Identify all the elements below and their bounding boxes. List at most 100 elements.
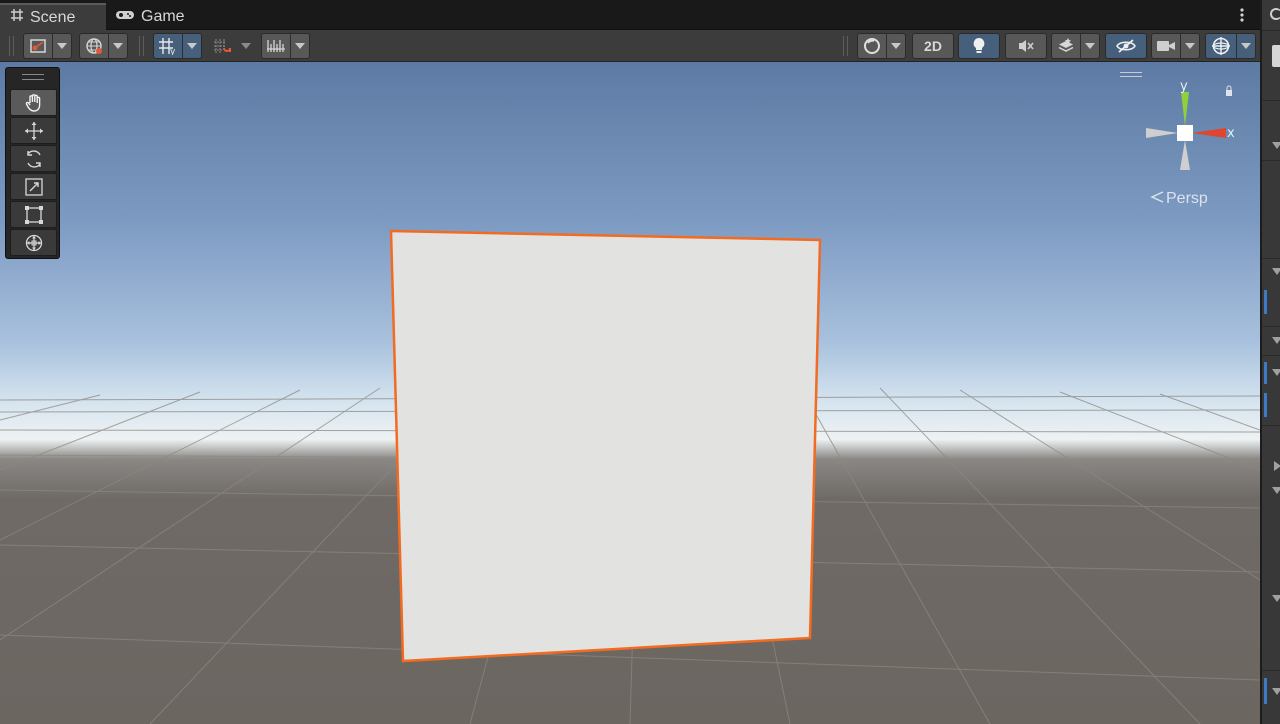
toolbar-grip[interactable] bbox=[139, 36, 144, 56]
chevron-down-icon bbox=[113, 43, 123, 49]
tab-bar: Scene Game bbox=[0, 0, 1260, 30]
gizmo-neg-y-axis[interactable] bbox=[1180, 140, 1190, 170]
hand-icon bbox=[25, 93, 40, 112]
scene-render bbox=[0, 229, 1260, 724]
rect-icon bbox=[24, 205, 43, 224]
mute-icon bbox=[1019, 40, 1034, 52]
grid-hash-icon bbox=[10, 8, 24, 27]
2d-toggle[interactable]: 2D bbox=[912, 33, 954, 59]
overlay-drag-handle[interactable] bbox=[22, 74, 44, 80]
scale-icon bbox=[24, 177, 43, 196]
shading-mode-dropdown[interactable] bbox=[886, 33, 906, 59]
chevron-down-icon bbox=[241, 43, 251, 49]
foldout-arrow-icon[interactable] bbox=[1272, 487, 1280, 494]
increment-snap-toggle[interactable] bbox=[208, 33, 236, 59]
transform-icon bbox=[25, 234, 42, 251]
tab-game-label: Game bbox=[141, 7, 185, 25]
view-tool-button[interactable] bbox=[10, 89, 57, 116]
grid-snap-icon: y bbox=[159, 38, 176, 55]
transform-tool-button[interactable] bbox=[10, 229, 57, 256]
selection-indicator bbox=[1264, 393, 1267, 417]
rect-tool-button[interactable] bbox=[10, 201, 57, 228]
gizmo-y-axis[interactable] bbox=[1181, 92, 1189, 126]
grid-snapping-toggle[interactable]: y bbox=[153, 33, 183, 59]
global-local-button[interactable] bbox=[79, 33, 109, 59]
draw-mode-dropdown[interactable] bbox=[52, 33, 72, 59]
camera-icon bbox=[1157, 41, 1175, 51]
foldout-arrow-icon[interactable] bbox=[1272, 688, 1280, 695]
scene-toolbar: y 2D bbox=[0, 30, 1260, 62]
shading-mode-button[interactable] bbox=[857, 33, 887, 59]
gizmo-x-label: x bbox=[1227, 126, 1235, 141]
scene-camera-dropdown[interactable] bbox=[1180, 33, 1200, 59]
foldout-arrow-icon[interactable] bbox=[1272, 142, 1280, 149]
chevron-down-icon bbox=[1085, 43, 1095, 49]
selection-indicator bbox=[1264, 678, 1267, 704]
gizmo-sphere-icon bbox=[1212, 37, 1230, 55]
gizmo-neg-x-axis[interactable] bbox=[1146, 128, 1178, 138]
toolbar-grip[interactable] bbox=[843, 36, 848, 56]
scale-tool-button[interactable] bbox=[10, 173, 57, 200]
magnet-grid-icon bbox=[214, 39, 231, 53]
chevron-down-icon bbox=[1241, 43, 1251, 49]
tab-scene-label: Scene bbox=[30, 8, 76, 26]
kebab-menu-icon bbox=[1240, 8, 1244, 22]
scene-visibility-toggle[interactable] bbox=[1105, 33, 1147, 59]
tools-overlay bbox=[5, 67, 60, 259]
foldout-arrow-icon[interactable] bbox=[1272, 369, 1280, 376]
lightbulb-icon bbox=[973, 38, 985, 53]
move-tool-button[interactable] bbox=[10, 117, 57, 144]
orientation-gizmo[interactable]: y x bbox=[1140, 74, 1250, 184]
chevron-down-icon bbox=[891, 43, 901, 49]
chevron-down-icon bbox=[187, 43, 197, 49]
toolbar-grip[interactable] bbox=[9, 36, 14, 56]
foldout-arrow-icon[interactable] bbox=[1272, 337, 1280, 344]
snap-settings-dropdown[interactable] bbox=[290, 33, 310, 59]
gamepad-icon bbox=[115, 8, 135, 26]
lighting-toggle[interactable] bbox=[958, 33, 1000, 59]
cube-icon bbox=[1272, 45, 1280, 67]
foldout-arrow-icon[interactable] bbox=[1272, 268, 1280, 275]
gizmo-drag-handle[interactable] bbox=[1120, 72, 1142, 77]
chevron-down-icon bbox=[295, 43, 305, 49]
chevron-down-icon bbox=[1185, 43, 1195, 49]
effects-button[interactable] bbox=[1051, 33, 1081, 59]
grid-snapping-dropdown[interactable] bbox=[182, 33, 202, 59]
gizmo-center-cube[interactable] bbox=[1177, 125, 1193, 141]
gizmo-y-label: y bbox=[1180, 79, 1188, 94]
perspective-icon bbox=[1150, 190, 1164, 208]
move-arrows-icon bbox=[24, 121, 43, 140]
panel-menu-button[interactable] bbox=[1232, 4, 1252, 26]
foldout-arrow-icon[interactable] bbox=[1272, 595, 1280, 602]
snap-settings-button[interactable] bbox=[261, 33, 291, 59]
rotate-tool-button[interactable] bbox=[10, 145, 57, 172]
gizmo-x-axis[interactable] bbox=[1192, 128, 1226, 138]
2d-toggle-label: 2D bbox=[924, 38, 942, 54]
scene-camera-button[interactable] bbox=[1151, 33, 1181, 59]
layers-icon bbox=[1058, 38, 1074, 52]
draw-mode-button[interactable] bbox=[23, 33, 53, 59]
gizmos-dropdown[interactable] bbox=[1236, 33, 1256, 59]
projection-toggle[interactable]: Persp bbox=[1150, 190, 1208, 208]
chevron-down-icon bbox=[57, 43, 67, 49]
effects-dropdown[interactable] bbox=[1080, 33, 1100, 59]
tab-scene[interactable]: Scene bbox=[0, 3, 106, 30]
selected-quad[interactable] bbox=[389, 229, 822, 663]
selection-indicator bbox=[1264, 290, 1267, 314]
increment-snap-dropdown[interactable] bbox=[236, 33, 256, 59]
global-local-dropdown[interactable] bbox=[108, 33, 128, 59]
tab-game[interactable]: Game bbox=[112, 3, 202, 30]
audio-toggle[interactable] bbox=[1005, 33, 1047, 59]
rotate-icon bbox=[26, 149, 41, 168]
scene-viewport[interactable] bbox=[0, 62, 1260, 724]
selection-indicator bbox=[1264, 362, 1267, 384]
svg-text:y: y bbox=[170, 47, 176, 55]
panel-icon bbox=[1270, 8, 1280, 20]
draw-mode-icon bbox=[30, 39, 46, 53]
right-neighbor-panel bbox=[1260, 0, 1280, 724]
eye-slash-icon bbox=[1116, 39, 1136, 53]
sphere-icon bbox=[864, 38, 880, 54]
projection-label: Persp bbox=[1166, 190, 1208, 207]
gizmos-button[interactable] bbox=[1205, 33, 1237, 59]
foldout-arrow-icon[interactable] bbox=[1274, 461, 1280, 471]
